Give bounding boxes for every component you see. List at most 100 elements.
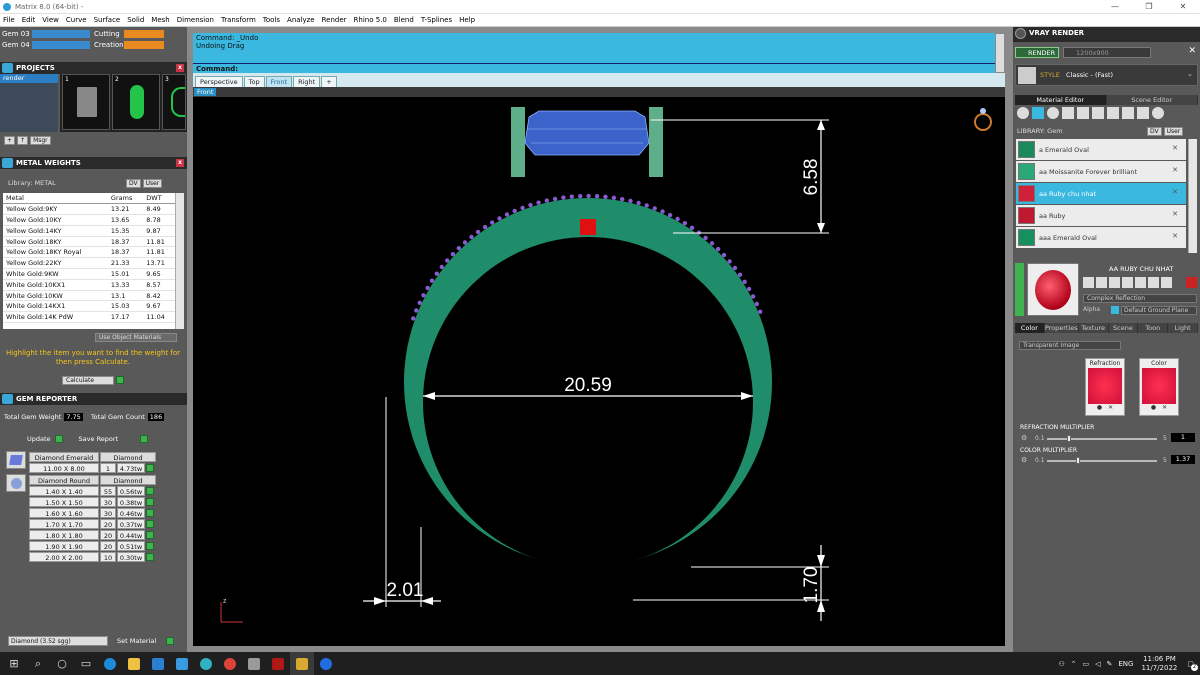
resolution-field[interactable]: 1200x900 <box>1063 47 1151 58</box>
close-button[interactable]: ✕ <box>1166 0 1200 14</box>
pen-icon[interactable]: ✎ <box>1107 660 1113 668</box>
table-row[interactable]: White Gold:10KW 13.1 8.42 <box>3 290 175 302</box>
subtab-properties[interactable]: Properties <box>1044 323 1079 333</box>
vray-user-button[interactable]: User <box>1163 126 1184 136</box>
table-row[interactable]: 1.50 X 1.50 30 0.38tw <box>29 496 191 507</box>
tool-icon[interactable] <box>1135 277 1146 288</box>
browser-icon[interactable] <box>194 652 218 675</box>
pick-icon[interactable]: ● <box>1151 404 1156 411</box>
menu-transform[interactable]: Transform <box>221 16 256 24</box>
layer-swatch[interactable] <box>32 29 90 38</box>
command-prompt[interactable]: Command: <box>193 63 995 73</box>
thumbnail-2[interactable]: 2 <box>112 74 160 130</box>
command-scrollbar[interactable] <box>995 33 1005 73</box>
chevron-up-icon[interactable]: ⌃ <box>1071 660 1077 668</box>
menu-view[interactable]: View <box>42 16 59 24</box>
tool-icon[interactable] <box>1083 277 1094 288</box>
search-icon[interactable]: ⌕ <box>26 652 50 675</box>
table-row[interactable]: 11.00 X 8.00 1 4.73tw <box>29 462 191 473</box>
windows-start-icon[interactable]: ⊞ <box>2 652 26 675</box>
menu-mesh[interactable]: Mesh <box>151 16 169 24</box>
tab-front[interactable]: Front <box>265 76 293 87</box>
table-row[interactable]: Yellow Gold:18KY 18.37 11.81 <box>3 236 175 248</box>
material-item[interactable]: a Emerald Oval ✕ <box>1016 139 1186 160</box>
tool-icon[interactable] <box>1148 277 1159 288</box>
light-icon[interactable] <box>1152 107 1164 119</box>
color-swatch[interactable]: Color ● ✕ <box>1139 358 1179 416</box>
close-icon[interactable]: ✕ <box>1172 232 1178 240</box>
subtab-color[interactable]: Color <box>1015 323 1045 333</box>
layer-gem04[interactable]: Gem 04 <box>0 41 32 49</box>
ring-icon[interactable] <box>974 113 992 131</box>
render-button[interactable]: RENDER <box>1015 47 1059 58</box>
table-row[interactable]: White Gold:14KX1 15.03 9.67 <box>3 300 175 313</box>
menu-dimension[interactable]: Dimension <box>177 16 214 24</box>
table-row[interactable]: Yellow Gold:9KY 13.21 8.49 <box>3 203 175 216</box>
refraction-slider-track[interactable] <box>1047 438 1157 440</box>
close-icon[interactable]: ✕ <box>1172 144 1178 152</box>
row-go-icon[interactable] <box>146 552 154 561</box>
clock[interactable]: 11:06 PM 11/7/2022 <box>1141 655 1177 673</box>
chevron-down-icon[interactable]: ⌄ <box>1187 70 1193 78</box>
calculate-button[interactable]: Calculate <box>62 376 114 385</box>
network-icon[interactable]: ▭ <box>1082 660 1089 668</box>
set-material-go-icon[interactable] <box>166 637 174 645</box>
col-dwt[interactable]: DWT <box>143 193 175 205</box>
zalo-icon[interactable] <box>314 652 338 675</box>
menu-tsplines[interactable]: T-Splines <box>421 16 452 24</box>
subtab-texture[interactable]: Texture <box>1078 323 1109 333</box>
import-icon[interactable] <box>1137 107 1149 119</box>
material-list-scrollbar[interactable] <box>1188 139 1197 253</box>
maximize-button[interactable]: ❐ <box>1132 0 1166 14</box>
up-button[interactable]: ↑ <box>17 135 29 145</box>
gem-material-icon[interactable] <box>1032 107 1044 119</box>
texture-icon[interactable] <box>1077 107 1089 119</box>
col-grams[interactable]: Grams <box>107 193 144 205</box>
table-row[interactable]: 1.40 X 1.40 55 0.56tw <box>29 485 191 496</box>
minimize-button[interactable]: — <box>1098 0 1132 14</box>
matrix-icon[interactable] <box>290 652 314 675</box>
app-icon[interactable] <box>242 652 266 675</box>
table-row[interactable]: Yellow Gold:22KY 21.33 13.71 <box>3 257 175 270</box>
refraction-swatch[interactable]: Refraction ● ✕ <box>1085 358 1125 416</box>
menu-curve[interactable]: Curve <box>66 16 87 24</box>
tab-material-editor[interactable]: Material Editor <box>1015 95 1107 105</box>
table-row[interactable]: White Gold:14K PdW 17.17 11.04 <box>3 311 175 324</box>
row-go-icon[interactable] <box>146 463 154 472</box>
refraction-multiplier-value[interactable]: 1 <box>1171 433 1195 442</box>
metal-table-scrollbar[interactable] <box>175 193 184 329</box>
tab-perspective[interactable]: Perspective <box>195 76 243 87</box>
refraction-slider-knob[interactable] <box>1067 435 1072 442</box>
pattern-icon[interactable] <box>1092 107 1104 119</box>
projects-list[interactable]: render <box>0 74 58 132</box>
tool-icon[interactable] <box>1096 277 1107 288</box>
use-object-materials-button[interactable]: Use Object Materials <box>95 333 177 342</box>
user-button[interactable]: User <box>142 178 163 188</box>
ground-plane-select[interactable]: Default Ground Plane <box>1121 306 1197 315</box>
save-report-button[interactable]: Save Report <box>79 435 119 443</box>
reflection-type-select[interactable]: Complex Reflection <box>1083 294 1197 303</box>
people-icon[interactable]: ⚇ <box>1058 660 1064 668</box>
menu-file[interactable]: File <box>3 16 15 24</box>
close-icon[interactable]: ✕ <box>1172 188 1178 196</box>
table-row[interactable]: 1.90 X 1.90 20 0.51tw <box>29 540 191 551</box>
clear-icon[interactable]: ✕ <box>1162 404 1167 411</box>
volume-icon[interactable]: ◁ <box>1095 660 1100 668</box>
sphere-icon[interactable] <box>1047 107 1059 119</box>
row-go-icon[interactable] <box>146 508 154 517</box>
tab-scene-editor[interactable]: Scene Editor <box>1106 95 1198 105</box>
tool-icon[interactable] <box>1109 277 1120 288</box>
layer-swatch-orange[interactable] <box>124 29 164 38</box>
row-go-icon[interactable] <box>146 541 154 550</box>
language-indicator[interactable]: ENG <box>1118 660 1133 668</box>
material-item[interactable]: aaa Emerald Oval ✕ <box>1016 227 1186 248</box>
tab-add[interactable]: + <box>321 76 337 87</box>
row-go-icon[interactable] <box>146 519 154 528</box>
close-icon[interactable]: x <box>176 159 184 167</box>
close-icon[interactable]: ✕ <box>1172 166 1178 174</box>
transparent-image-select[interactable]: Transparent Image <box>1019 341 1121 350</box>
clear-icon[interactable]: ✕ <box>1108 404 1113 411</box>
store-icon[interactable] <box>146 652 170 675</box>
table-row[interactable]: Yellow Gold:18KY Royal 18.37 11.81 <box>3 246 175 259</box>
task-view-icon[interactable]: ▭ <box>74 652 98 675</box>
